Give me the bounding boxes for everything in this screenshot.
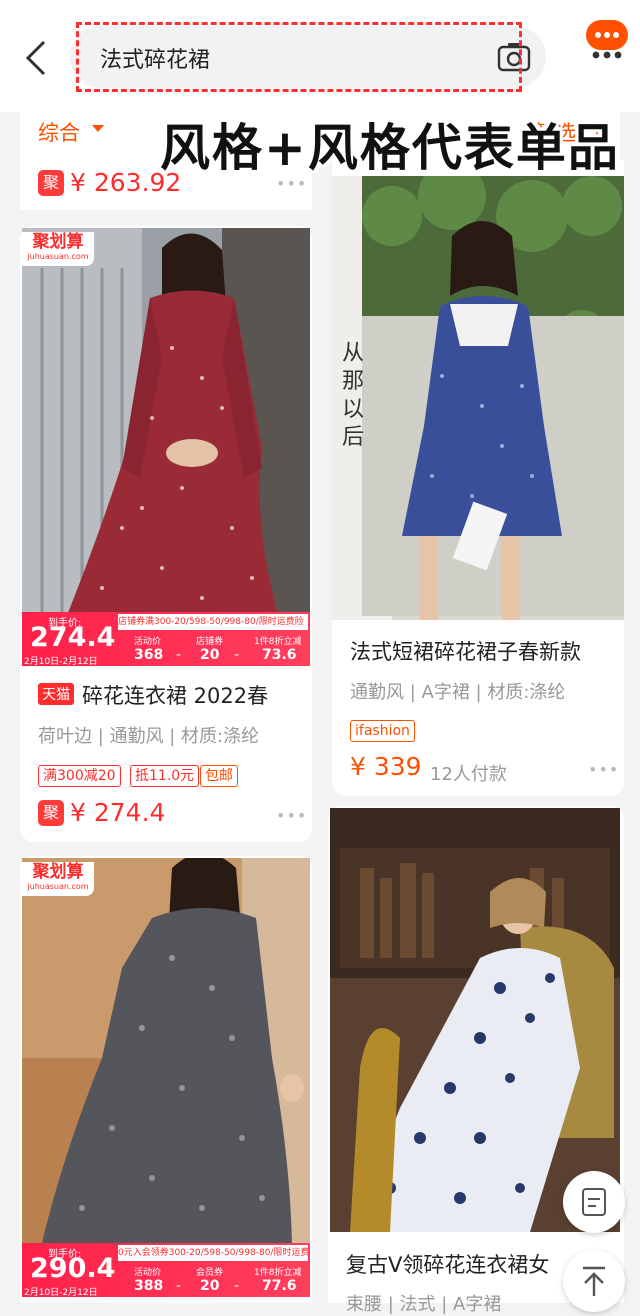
product-attributes: 通勤风 | A字裙 | 材质:涤纶 — [350, 682, 566, 703]
price-strip: 到手价: 290.4 2月10日-2月12日 0元入会领券300-20/598-… — [22, 1243, 310, 1298]
strip-col-1: 活动价 — [134, 637, 162, 647]
strip-col-2: 会员券 — [196, 1268, 224, 1278]
caret-down-icon — [92, 125, 104, 132]
strip-promo: 店铺券满300-20/598-50/998-80/限时运费险 — [118, 614, 308, 630]
product-title: 复古V领碎花连衣裙女 — [346, 1253, 550, 1277]
juhuasuan-banner-sub: juhuasuan.com — [27, 882, 89, 891]
strip-col-2: 店铺券 — [196, 637, 224, 647]
menu-dots-icon[interactable] — [590, 48, 624, 62]
tmall-tag: 天猫 — [38, 683, 74, 705]
juhuasuan-banner-title: 聚划算 — [32, 862, 84, 882]
juhuasuan-banner: 聚划算 juhuasuan.com — [22, 232, 94, 266]
feedback-button[interactable] — [563, 1171, 625, 1233]
more-dots-icon — [595, 32, 619, 38]
product-title: 碎花连衣裙 2022春 — [82, 684, 269, 708]
strip-sep-1: - — [176, 1278, 182, 1294]
strip-sep-2: - — [234, 647, 240, 663]
promo-tag-coupon: 抵11.0元 — [130, 765, 200, 787]
product-title: 法式短裙碎花裙子春新款 — [350, 640, 581, 664]
strip-date: 2月10日-2月12日 — [24, 1288, 98, 1298]
strip-val-2: 20 — [200, 1278, 220, 1294]
photo-vertical-text: 从那以后 — [342, 341, 365, 450]
more-options-icon[interactable]: ••• — [276, 806, 307, 825]
annotation-dashed-box — [76, 22, 522, 92]
juhuasuan-badge: 聚 — [38, 170, 64, 196]
strip-col-3: 1件8折立减 — [254, 637, 302, 647]
strip-val-2: 20 — [200, 647, 220, 663]
strip-col-1: 活动价 — [134, 1268, 162, 1278]
strip-sep-1: - — [176, 647, 182, 663]
strip-price: 290.4 — [30, 1253, 116, 1284]
strip-sep-2: - — [234, 1278, 240, 1294]
product-price: ¥ 274.4 — [70, 798, 166, 827]
juhuasuan-banner-sub: juhuasuan.com — [27, 252, 89, 261]
strip-date: 2月10日-2月12日 — [24, 657, 98, 667]
product-photo-floral-dress[interactable] — [330, 808, 620, 1232]
product-attributes: 荷叶边 | 通勤风 | 材质:涤纶 — [38, 726, 260, 747]
product-photo-red-dress[interactable] — [22, 228, 310, 666]
strip-col-3: 1件8折立减 — [254, 1268, 302, 1278]
strip-price: 274.4 — [30, 622, 116, 653]
juhuasuan-banner-title: 聚划算 — [32, 232, 84, 252]
promo-tag-shipping: 包邮 — [200, 765, 238, 787]
product-photo-gray-dress[interactable] — [22, 858, 310, 1243]
back-arrow-icon[interactable] — [22, 38, 52, 78]
message-badge[interactable] — [586, 20, 628, 50]
strip-promo: 0元入会领券300-20/598-50/998-80/限时运费险 — [118, 1245, 308, 1261]
sales-count: 12人付款 — [430, 764, 507, 785]
overlay-caption: 风格+风格代表单品 — [160, 119, 620, 177]
sort-dropdown[interactable]: 综合 — [38, 117, 80, 147]
promo-tag-discount: 满300减20 — [38, 765, 121, 787]
more-options-icon[interactable]: ••• — [588, 760, 619, 779]
edit-note-icon — [582, 1188, 606, 1216]
product-attributes: 束腰 | 法式 | A字裙 — [346, 1294, 502, 1315]
product-price: ¥ 339 — [350, 752, 422, 781]
juhuasuan-banner: 聚划算 juhuasuan.com — [22, 862, 94, 896]
strip-val-3: 73.6 — [262, 647, 297, 663]
strip-val-1: 388 — [134, 1278, 164, 1294]
juhuasuan-badge: 聚 — [38, 800, 64, 826]
brand-tag: ifashion — [350, 720, 415, 742]
strip-val-3: 77.6 — [262, 1278, 297, 1294]
product-photo-blue-dress[interactable] — [332, 176, 624, 620]
price-strip: 到手价: 274.4 2月10日-2月12日 店铺券满300-20/598-50… — [22, 612, 310, 667]
strip-val-1: 368 — [134, 647, 164, 663]
